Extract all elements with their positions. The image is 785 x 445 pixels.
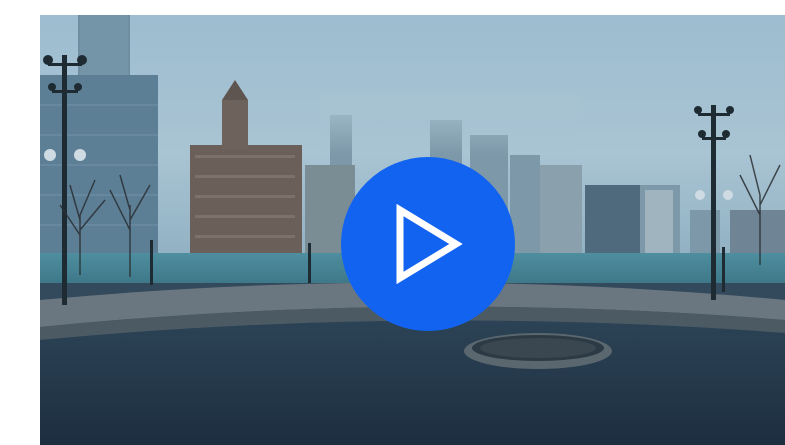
- page: [0, 0, 785, 445]
- play-icon: [396, 204, 463, 284]
- play-button[interactable]: [341, 157, 515, 331]
- video-player[interactable]: [40, 15, 785, 445]
